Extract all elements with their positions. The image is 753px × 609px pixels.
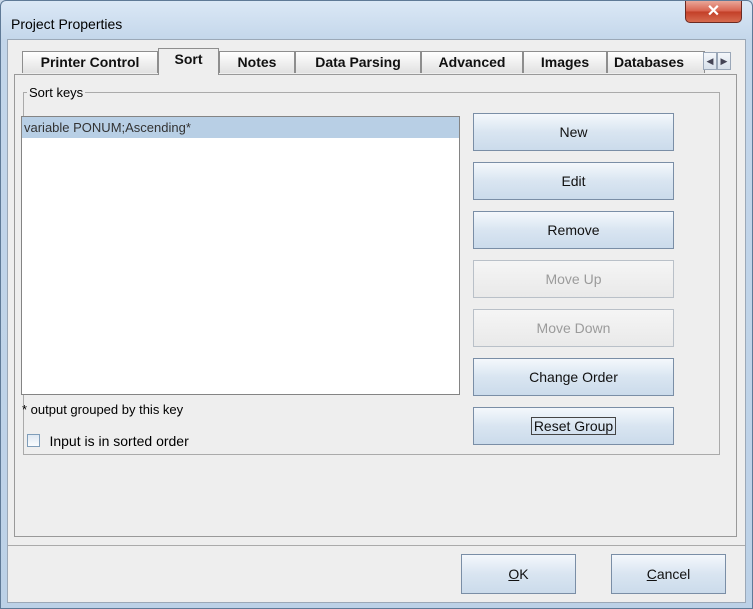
tab-data-parsing[interactable]: Data Parsing xyxy=(295,51,421,73)
ok-button[interactable]: OK xyxy=(461,554,576,594)
cancel-button[interactable]: Cancel xyxy=(611,554,726,594)
move-up-button[interactable]: Move Up xyxy=(473,260,674,298)
project-properties-dialog: Project Properties ✕ Printer Control Sor… xyxy=(0,0,753,609)
tab-printer-control[interactable]: Printer Control xyxy=(22,51,158,73)
sorted-order-label[interactable]: Input is in sorted order xyxy=(49,433,188,449)
dialog-body: Printer Control Sort Notes Data Parsing … xyxy=(7,39,746,603)
grouped-key-note: * output grouped by this key xyxy=(22,402,184,417)
cancel-mnemonic: C xyxy=(646,566,657,582)
tab-advanced[interactable]: Advanced xyxy=(421,51,523,73)
tab-notes[interactable]: Notes xyxy=(219,51,295,73)
remove-button[interactable]: Remove xyxy=(473,211,674,249)
edit-button[interactable]: Edit xyxy=(473,162,674,200)
cancel-label: ancel xyxy=(656,566,691,582)
tab-databases[interactable]: Databases xyxy=(607,51,705,73)
change-order-button[interactable]: Change Order xyxy=(473,358,674,396)
reset-group-label: Reset Group xyxy=(530,417,617,435)
title-bar[interactable]: Project Properties ✕ xyxy=(1,1,752,39)
new-button[interactable]: New xyxy=(473,113,674,151)
close-button[interactable]: ✕ xyxy=(685,1,742,23)
move-down-button[interactable]: Move Down xyxy=(473,309,674,347)
footer-divider xyxy=(8,545,745,546)
tab-scroll-right-button[interactable]: ▶ xyxy=(717,52,731,70)
close-icon: ✕ xyxy=(706,3,721,20)
tab-strip: Printer Control Sort Notes Data Parsing … xyxy=(22,48,734,75)
tab-sort[interactable]: Sort xyxy=(158,48,219,75)
tab-scroll-left-button[interactable]: ◀ xyxy=(703,52,717,70)
tab-images[interactable]: Images xyxy=(523,51,607,73)
ok-label: K xyxy=(519,566,529,582)
reset-group-button[interactable]: Reset Group xyxy=(473,407,674,445)
dialog-title: Project Properties xyxy=(11,16,123,32)
sort-keys-label: Sort keys xyxy=(29,85,84,100)
chevron-left-icon: ◀ xyxy=(706,56,714,66)
ok-mnemonic: O xyxy=(508,566,520,582)
sorted-order-option[interactable]: Input is in sorted order xyxy=(27,432,189,450)
chevron-right-icon: ▶ xyxy=(720,56,728,66)
list-item[interactable]: variable PONUM;Ascending* xyxy=(22,117,459,138)
sorted-order-checkbox[interactable] xyxy=(27,434,40,448)
sort-keys-list[interactable]: variable PONUM;Ascending* xyxy=(21,116,460,395)
